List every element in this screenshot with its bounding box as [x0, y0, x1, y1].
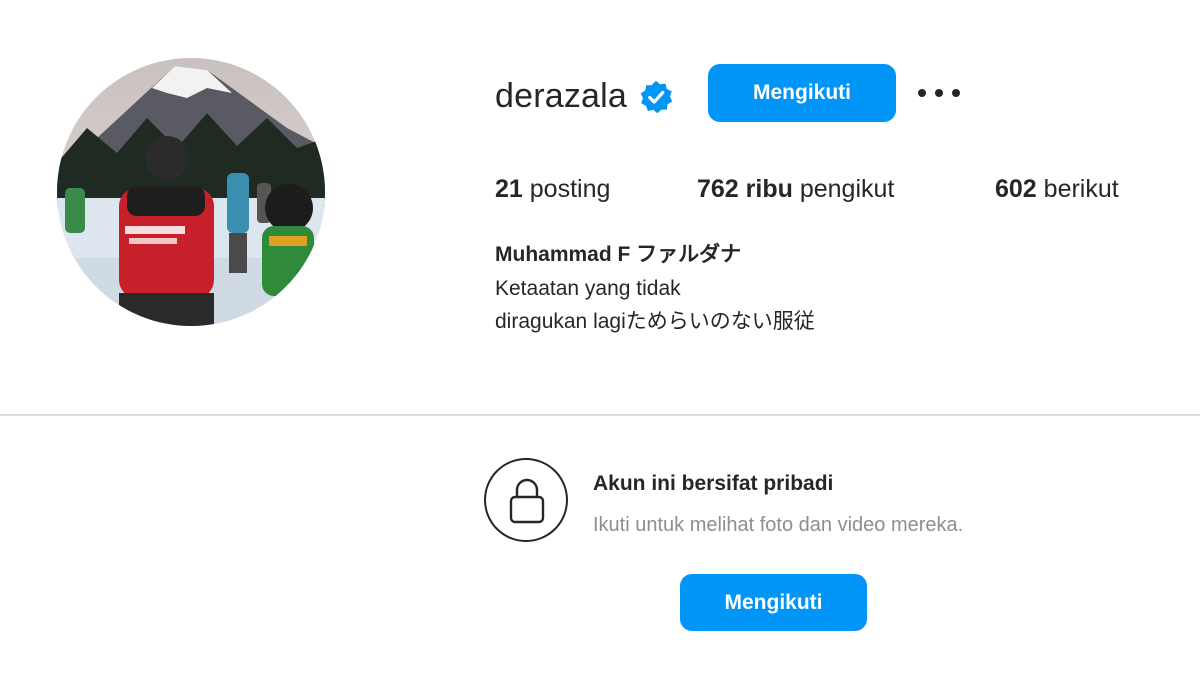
profile-avatar[interactable]: [57, 58, 325, 326]
avatar-photo: [57, 58, 325, 326]
lock-icon: [484, 458, 568, 542]
more-options-icon[interactable]: [918, 80, 960, 106]
follow-button[interactable]: Mengikuti: [708, 64, 896, 122]
posts-count-stat: 21 posting: [495, 172, 610, 206]
following-label: berikut: [1043, 175, 1119, 203]
bio-line: Ketaatan yang tidak: [495, 277, 681, 300]
followers-label: pengikut: [799, 175, 895, 203]
username: derazala: [495, 77, 628, 115]
private-follow-button[interactable]: Mengikuti: [680, 574, 867, 631]
private-account-title: Akun ini bersifat pribadi: [593, 472, 834, 495]
posts-label: posting: [529, 175, 611, 203]
full-name: Muhammad F ファルダナ: [495, 243, 742, 266]
profile-page: derazala Mengikuti 21 posting 762 ribu p…: [0, 0, 1200, 675]
following-count: 602: [995, 175, 1037, 203]
followers-link[interactable]: 762 ribu pengikut: [697, 172, 894, 206]
dot: [918, 89, 926, 97]
verified-badge-icon: [638, 79, 674, 115]
dot: [935, 89, 943, 97]
posts-count: 21: [495, 175, 523, 203]
private-account-subtitle: Ikuti untuk melihat foto dan video merek…: [593, 514, 964, 536]
dot: [952, 89, 960, 97]
divider: [0, 414, 1200, 416]
bio-line: diragukan lagiためらいのない服従: [495, 310, 815, 333]
following-link[interactable]: 602 berikut: [995, 172, 1119, 206]
followers-count: 762 ribu: [697, 175, 793, 203]
